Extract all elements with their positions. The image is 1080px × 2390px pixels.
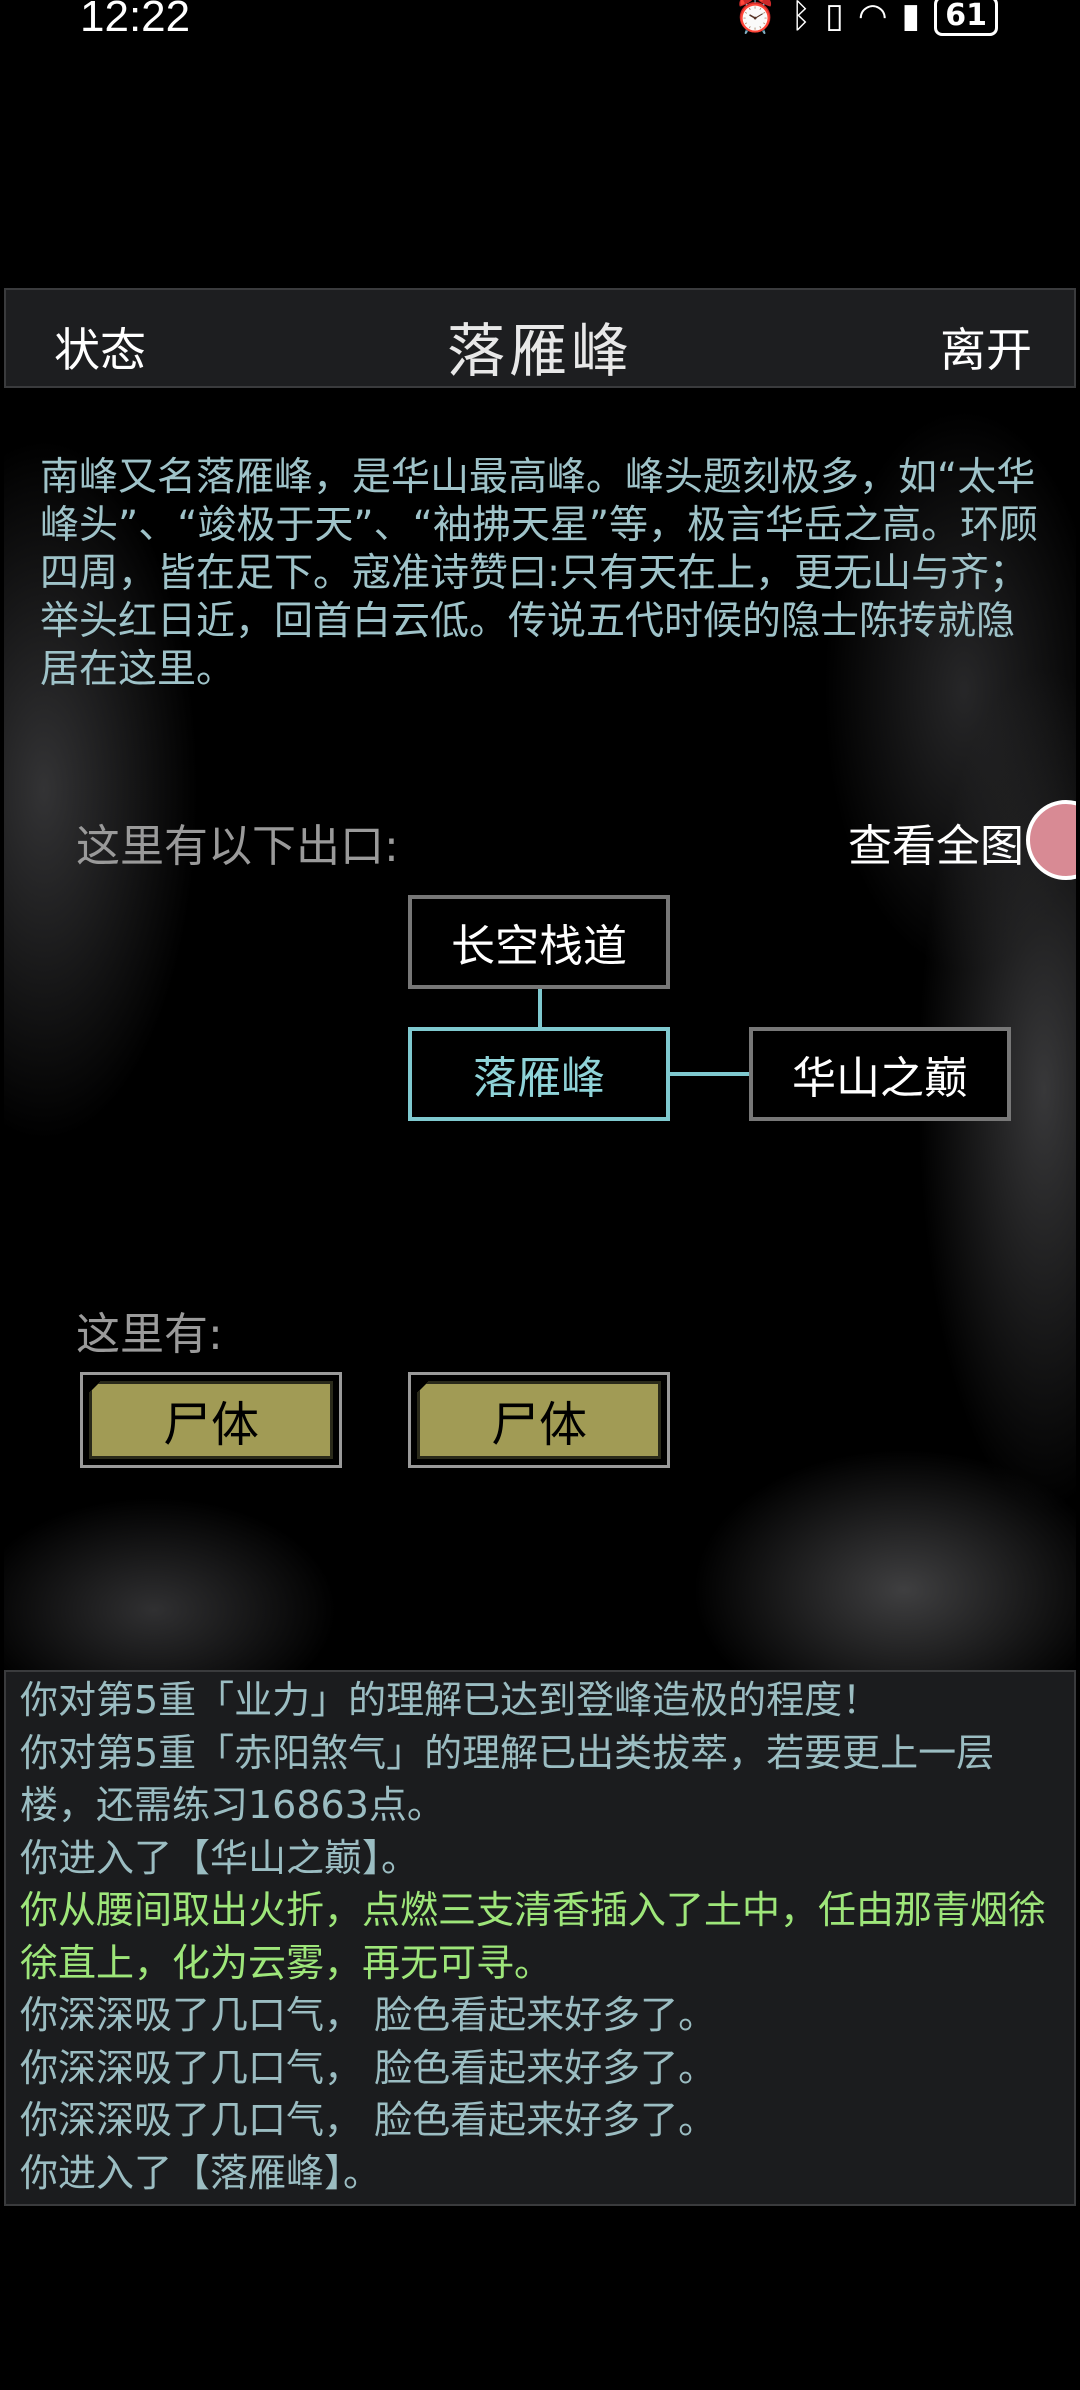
log-line: 你深深吸了几口气， 脸色看起来好多了。 <box>20 2098 717 2142</box>
message-log[interactable]: 你对第5重「业力」的理解已达到登峰造极的程度！ 你对第5重「赤阳煞气」的理解已出… <box>4 1670 1076 2206</box>
exit-north-room[interactable]: 长空栈道 <box>408 895 670 989</box>
exit-east-room[interactable]: 华山之巅 <box>749 1027 1011 1121</box>
current-room: 落雁峰 <box>408 1027 670 1121</box>
bluetooth-icon: ᛒ <box>790 0 812 36</box>
floating-menu-button[interactable] <box>1026 800 1076 880</box>
item-corpse-button[interactable]: 尸体 <box>80 1372 342 1468</box>
location-description: 南峰又名落雁峰，是华山最高峰。峰头题刻极多，如“太华峰头”、“竣极于天”、“袖拂… <box>40 455 1039 692</box>
map-connector <box>670 1072 754 1076</box>
here-label: 这里有: <box>76 1309 223 1360</box>
log-line: 你进入了【落雁峰】。 <box>20 2150 382 2195</box>
alarm-icon: ⏰ <box>734 0 777 36</box>
wifi-icon: ◠ <box>857 0 888 36</box>
item-corpse-button[interactable]: 尸体 <box>408 1372 670 1468</box>
clock: 12:22 <box>80 0 191 41</box>
log-line: 你对第5重「赤阳煞气」的理解已出类拔萃，若要更上一层楼，还需练习16863点。 <box>20 1730 995 1828</box>
game-header: 状态 落雁峰 离开 <box>4 288 1076 388</box>
exits-label: 这里有以下出口: <box>76 821 399 872</box>
signal-icon: ▮ <box>901 0 921 36</box>
item-label: 尸体 <box>417 1381 661 1459</box>
log-line: 你从腰间取出火折，点燃三支清香插入了土中，任由那青烟徐徐直上，化为云雾，再无可寻… <box>20 1888 1047 1985</box>
status-bar: 12:22 ⏰ ᛒ ▯ ◠ ▮ 61 <box>0 0 1080 60</box>
leave-button[interactable]: 离开 <box>940 314 1032 380</box>
log-line: 你深深吸了几口气， 脸色看起来好多了。 <box>20 1993 717 2037</box>
log-line: 你深深吸了几口气， 脸色看起来好多了。 <box>20 2045 717 2090</box>
view-full-map-button[interactable]: 查看全图 <box>848 810 1024 874</box>
log-line: 你进入了【华山之巅】。 <box>20 1835 420 1880</box>
status-icons: ⏰ ᛒ ▯ ◠ ▮ 61 <box>734 0 998 36</box>
map-connector <box>538 989 542 1027</box>
scene-panel: 南峰又名落雁峰，是华山最高峰。峰头题刻极多，如“太华峰头”、“竣极于天”、“袖拂… <box>4 390 1076 1670</box>
vibrate-icon: ▯ <box>825 0 844 36</box>
location-title: 落雁峰 <box>446 317 633 385</box>
log-line: 你对第5重「业力」的理解已达到登峰造极的程度！ <box>20 1678 881 1722</box>
item-label: 尸体 <box>89 1381 333 1459</box>
battery-icon: 61 <box>934 0 998 36</box>
